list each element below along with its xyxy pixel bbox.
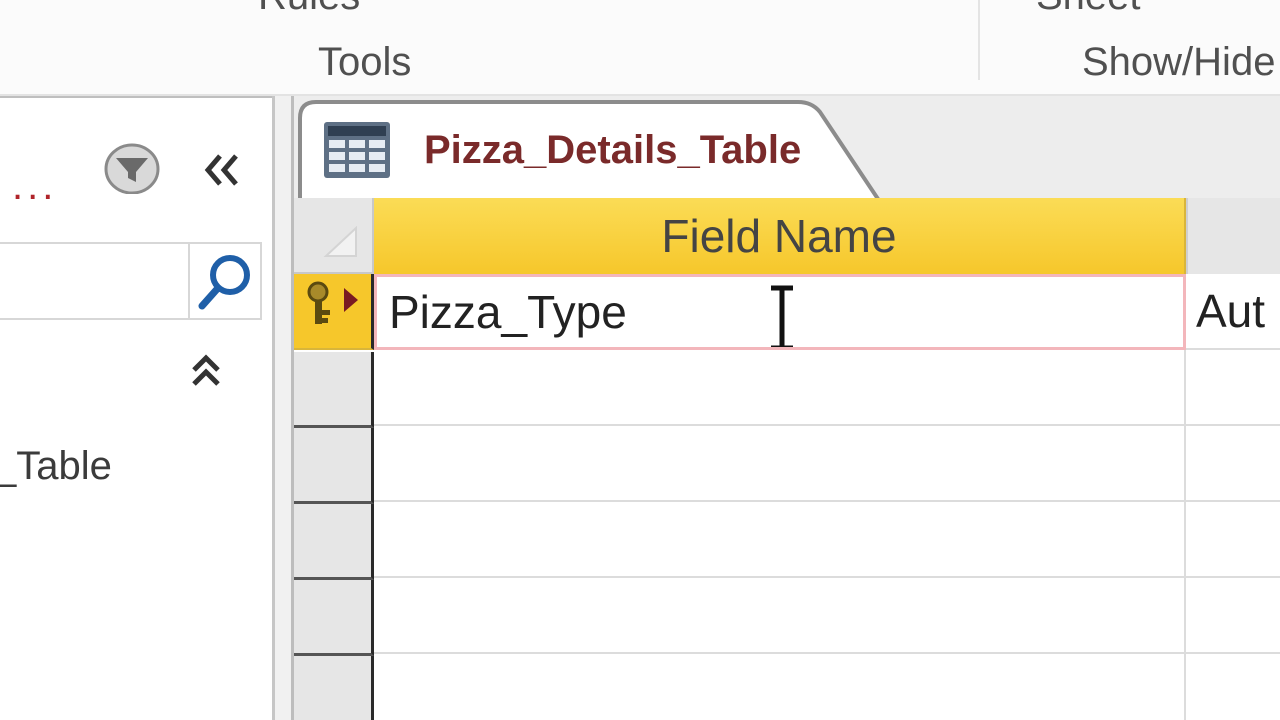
record-pointer-icon (344, 288, 358, 312)
ribbon-group-label-show-hide: Show/Hide (1082, 40, 1276, 84)
cell-data-type[interactable]: Aut (1186, 274, 1280, 350)
document-area: Pizza_Details_Table Field Name Pizza_Typ… (294, 96, 1280, 720)
table-icon (324, 122, 390, 178)
cell-field-name[interactable] (374, 502, 1186, 578)
key-icon (307, 281, 358, 324)
nav-search-box (0, 242, 262, 320)
column-header-data-type[interactable] (1186, 198, 1280, 274)
filter-icon[interactable] (104, 142, 160, 194)
select-all-corner[interactable] (294, 198, 374, 274)
cell-data-type[interactable] (1186, 426, 1280, 502)
search-icon[interactable] (192, 244, 260, 318)
double-chevron-left-icon[interactable] (200, 150, 244, 190)
nav-pane-header-dots[interactable]: ... (12, 166, 57, 206)
field-name-value: Pizza_Type (389, 286, 627, 338)
ribbon-group-top-label: Rules (258, 0, 360, 19)
row-selector[interactable] (294, 428, 374, 504)
cell-data-type[interactable] (1186, 350, 1280, 426)
cell-field-name[interactable] (374, 578, 1186, 654)
row-selector[interactable] (294, 352, 374, 428)
table-design-grid: Field Name Pizza_Type Aut (294, 198, 1280, 720)
row-selector[interactable] (294, 274, 374, 350)
tab-pizza-details-table[interactable]: Pizza_Details_Table (298, 100, 883, 202)
row-selector[interactable] (294, 580, 374, 656)
pane-splitter[interactable] (272, 96, 294, 720)
nav-search-input[interactable] (0, 244, 190, 318)
cell-field-name[interactable] (374, 426, 1186, 502)
column-header-field-name[interactable]: Field Name (374, 198, 1186, 274)
ribbon-group-separator (978, 0, 980, 80)
select-all-triangle-icon (323, 226, 357, 257)
double-chevron-up-icon[interactable] (188, 350, 224, 390)
cell-data-type[interactable] (1186, 654, 1280, 720)
tab-title: Pizza_Details_Table (424, 128, 802, 172)
cell-field-name[interactable]: Pizza_Type (374, 274, 1186, 350)
nav-item-table[interactable]: _Table (0, 444, 112, 489)
navigation-pane: ... _Table (0, 96, 272, 720)
cell-data-type[interactable] (1186, 502, 1280, 578)
text-cursor-icon (771, 285, 793, 347)
cell-data-type[interactable] (1186, 578, 1280, 654)
ribbon: Rules Tools Sheet Show/Hide (0, 0, 1280, 96)
cell-field-name[interactable] (374, 654, 1186, 720)
ribbon-group-label-tools: Tools (318, 40, 412, 84)
row-selector[interactable] (294, 504, 374, 580)
row-selector[interactable] (294, 656, 374, 720)
cell-field-name[interactable] (374, 350, 1186, 426)
ribbon-group-top-label: Sheet (1036, 0, 1141, 19)
